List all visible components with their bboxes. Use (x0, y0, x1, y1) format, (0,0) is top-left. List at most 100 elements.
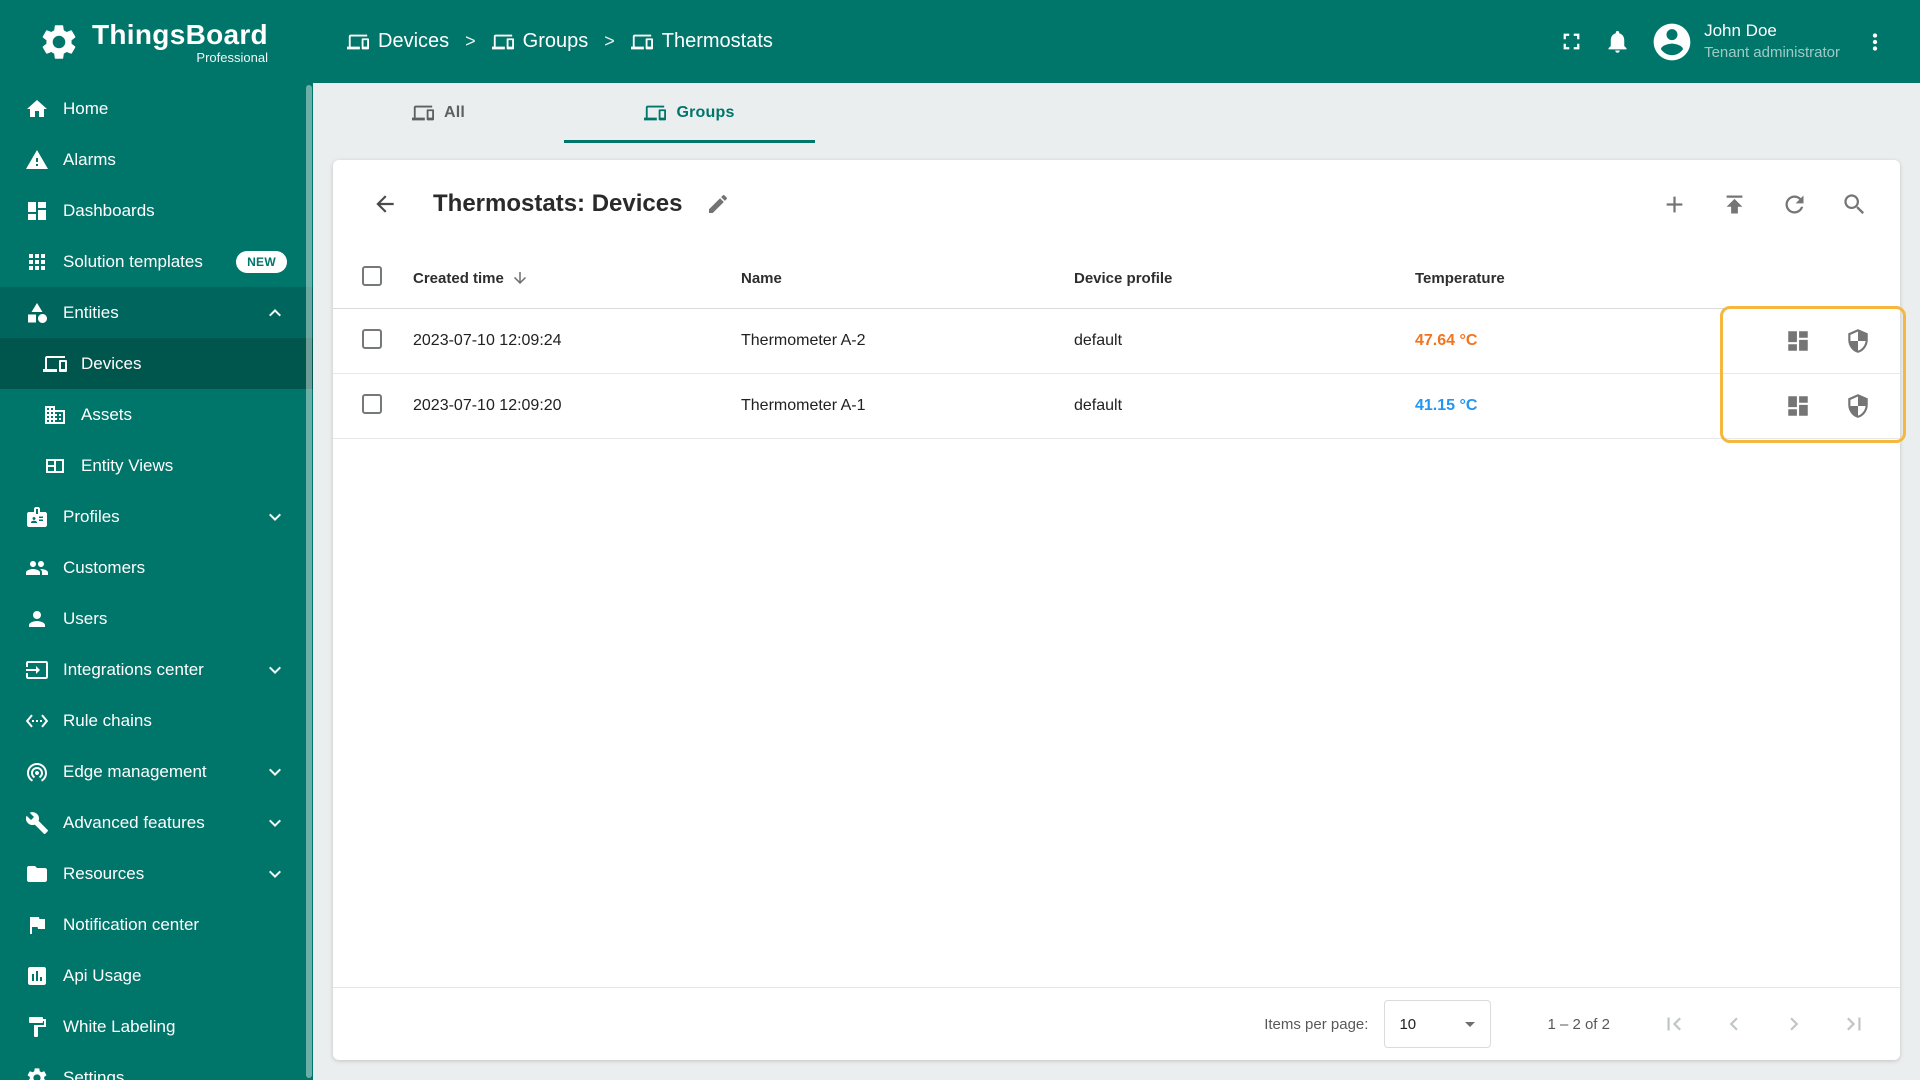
security-button[interactable] (1836, 319, 1880, 363)
sidebar-item-users[interactable]: Users (0, 593, 313, 644)
table-toolbar (1652, 182, 1876, 226)
chevron-down-icon (263, 505, 287, 529)
user-menu[interactable]: John Doe Tenant administrator (1704, 20, 1840, 63)
manage-dashboards-button[interactable] (1776, 384, 1820, 428)
last-page-button[interactable] (1834, 1004, 1874, 1044)
sidebar-item-alarms[interactable]: Alarms (0, 134, 313, 185)
add-entity-button[interactable] (1652, 182, 1696, 226)
sidebar-item-label: Customers (63, 557, 146, 577)
row-checkbox[interactable] (362, 328, 382, 349)
sidebar-item-edge-management[interactable]: Edge management (0, 746, 313, 797)
chevron-up-icon (263, 301, 287, 325)
sidebar-item-entities[interactable]: Entities (0, 287, 313, 338)
sidebar-item-entity-views[interactable]: Entity Views (0, 440, 313, 491)
sidebar-item-label: Notification center (63, 914, 200, 934)
previous-page-button[interactable] (1714, 1004, 1754, 1044)
sidebar-item-solution-templates[interactable]: Solution templates NEW (0, 236, 313, 287)
column-header-created-time[interactable]: Created time (413, 269, 741, 287)
sidebar-item-home[interactable]: Home (0, 83, 313, 134)
sidebar-item-label: Users (63, 608, 108, 628)
sidebar-item-label: Api Usage (63, 965, 142, 985)
sidebar-item-api-usage[interactable]: Api Usage (0, 950, 313, 1001)
tab-groups[interactable]: Groups (564, 83, 815, 143)
app-edition: Professional (196, 49, 268, 65)
cell-name: Thermometer A-1 (741, 397, 866, 414)
pagination-buttons (1654, 1004, 1874, 1044)
sidebar-item-integrations-center[interactable]: Integrations center (0, 644, 313, 695)
sidebar-item-advanced-features[interactable]: Advanced features (0, 797, 313, 848)
refresh-button[interactable] (1772, 182, 1816, 226)
security-button[interactable] (1836, 384, 1880, 428)
sidebar-item-rule-chains[interactable]: Rule chains (0, 695, 313, 746)
breadcrumb-item-devices[interactable]: Devices (347, 30, 449, 53)
row-checkbox-cell (333, 328, 413, 354)
items-per-page-select[interactable]: 10 (1384, 1000, 1492, 1048)
thingsboard-logo[interactable]: ThingsBoard Professional (0, 19, 313, 65)
sidebar-item-label: Assets (81, 404, 133, 424)
fullscreen-icon (1558, 28, 1585, 55)
select-all-checkbox[interactable] (362, 266, 382, 286)
more-menu-button[interactable] (1852, 19, 1898, 65)
sidebar-item-notification-center[interactable]: Notification center (0, 899, 313, 950)
row-actions (1723, 319, 1900, 363)
sidebar-item-label: Edge management (63, 761, 207, 781)
sidebar-item-label: Entities (63, 302, 119, 322)
sidebar-item-white-labeling[interactable]: White Labeling (0, 1001, 313, 1052)
edit-title-button[interactable] (696, 182, 740, 226)
sidebar-item-resources[interactable]: Resources (0, 848, 313, 899)
category-icon (25, 301, 49, 325)
breadcrumb-item-thermostats[interactable]: Thermostats (630, 30, 773, 53)
sidebar-item-label: Devices (81, 353, 142, 373)
dashboard-icon (1785, 328, 1811, 354)
tools-icon (25, 811, 49, 835)
column-header-device-profile[interactable]: Device profile (1074, 270, 1415, 287)
column-header-name[interactable]: Name (741, 270, 1074, 287)
sidebar-item-label: Home (63, 98, 109, 118)
entity-tabs: All Groups (313, 83, 1920, 143)
apps-icon (25, 250, 49, 274)
row-checkbox[interactable] (362, 393, 382, 414)
sidebar-item-devices[interactable]: Devices (0, 338, 313, 389)
sidebar-item-label: White Labeling (63, 1016, 176, 1036)
sidebar-item-label: Resources (63, 863, 145, 883)
thingsboard-app: ThingsBoard Professional Devices > Group… (0, 0, 1920, 1080)
chevron-down-icon (263, 862, 287, 886)
search-button[interactable] (1832, 182, 1876, 226)
main-content: All Groups Thermostats: Devices Created … (313, 83, 1920, 1080)
sidebar-item-label: Advanced features (63, 812, 205, 832)
cell-device-profile: default (1074, 332, 1123, 349)
tab-all[interactable]: All (313, 83, 564, 143)
pagination-range-label: 1 – 2 of 2 (1547, 1015, 1610, 1033)
user-avatar[interactable] (1650, 20, 1694, 64)
table-row-thermometer-a2[interactable]: 2023-07-10 12:09:24 Thermometer A-2 defa… (333, 309, 1900, 374)
tab-label: All (443, 104, 466, 121)
sidebar-item-dashboards[interactable]: Dashboards (0, 185, 313, 236)
chart-icon (25, 964, 49, 988)
sidebar-item-label: Profiles (63, 506, 120, 526)
row-actions (1723, 384, 1900, 428)
cell-device-profile: default (1074, 397, 1123, 414)
chevron-left-icon (1721, 1011, 1747, 1037)
fullscreen-button[interactable] (1548, 19, 1594, 65)
dropdown-arrow-icon (1458, 1012, 1482, 1036)
next-page-button[interactable] (1774, 1004, 1814, 1044)
sidebar-item-assets[interactable]: Assets (0, 389, 313, 440)
manage-dashboards-button[interactable] (1776, 319, 1820, 363)
page-title: Thermostats: Devices (433, 190, 683, 217)
first-page-button[interactable] (1654, 1004, 1694, 1044)
sidebar-item-customers[interactable]: Customers (0, 542, 313, 593)
gear-icon (25, 1066, 49, 1080)
sidebar-item-settings[interactable]: Settings (0, 1052, 313, 1080)
table-row-thermometer-a1[interactable]: 2023-07-10 12:09:20 Thermometer A-1 defa… (333, 374, 1900, 439)
arrow-back-icon (372, 191, 398, 217)
sidebar-item-profiles[interactable]: Profiles (0, 491, 313, 542)
thingsboard-gear-logo-icon (38, 21, 80, 63)
column-header-temperature[interactable]: Temperature (1415, 270, 1723, 287)
input-icon (25, 658, 49, 682)
sidebar-item-label: Settings (63, 1067, 125, 1080)
back-button[interactable] (363, 182, 407, 226)
dashboard-icon (1785, 393, 1811, 419)
import-button[interactable] (1712, 182, 1756, 226)
breadcrumb-item-groups[interactable]: Groups (491, 30, 588, 53)
notifications-button[interactable] (1594, 19, 1640, 65)
